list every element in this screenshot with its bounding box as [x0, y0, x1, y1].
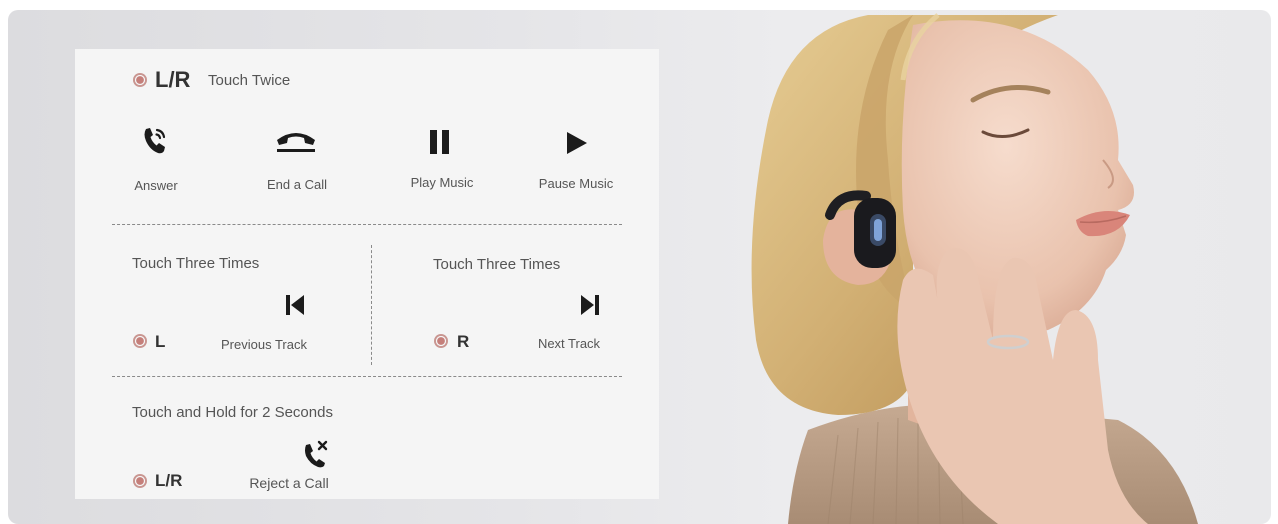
section-divider: [112, 376, 622, 377]
function-label: Reject a Call: [249, 475, 329, 491]
touch-controls-card: L/R Touch Twice Answer End a Call Play M…: [75, 49, 659, 499]
indicator-dot: [133, 334, 147, 348]
reject-call-icon: [305, 440, 328, 468]
function-label: Answer: [134, 178, 178, 193]
action-label: Touch Three Times: [433, 256, 561, 273]
indicator-dot: [133, 73, 147, 87]
function-label: End a Call: [267, 177, 327, 192]
phone-ringing-icon: [144, 128, 166, 154]
action-label: Touch Three Times: [132, 255, 260, 272]
product-banner: L/R Touch Twice Answer End a Call Play M…: [8, 10, 1271, 524]
action-label: Touch and Hold for 2 Seconds: [132, 404, 333, 421]
play-icon: [567, 132, 587, 154]
side-label: L: [155, 332, 166, 351]
function-label: Previous Track: [221, 337, 307, 352]
side-label: L/R: [155, 471, 183, 490]
column-divider: [371, 245, 372, 365]
previous-track-icon: [286, 295, 304, 315]
hang-up-icon: [277, 133, 315, 152]
indicator-dot: [133, 474, 147, 488]
next-track-icon: [581, 295, 599, 315]
section-divider: [112, 224, 622, 225]
pause-icon: [430, 130, 449, 154]
side-label: R: [457, 332, 470, 351]
function-label: Play Music: [410, 175, 474, 190]
function-label: Pause Music: [538, 176, 614, 191]
indicator-dot: [434, 334, 448, 348]
action-label: Touch Twice: [208, 72, 291, 89]
side-label: L/R: [155, 67, 191, 92]
function-label: Next Track: [537, 336, 601, 351]
